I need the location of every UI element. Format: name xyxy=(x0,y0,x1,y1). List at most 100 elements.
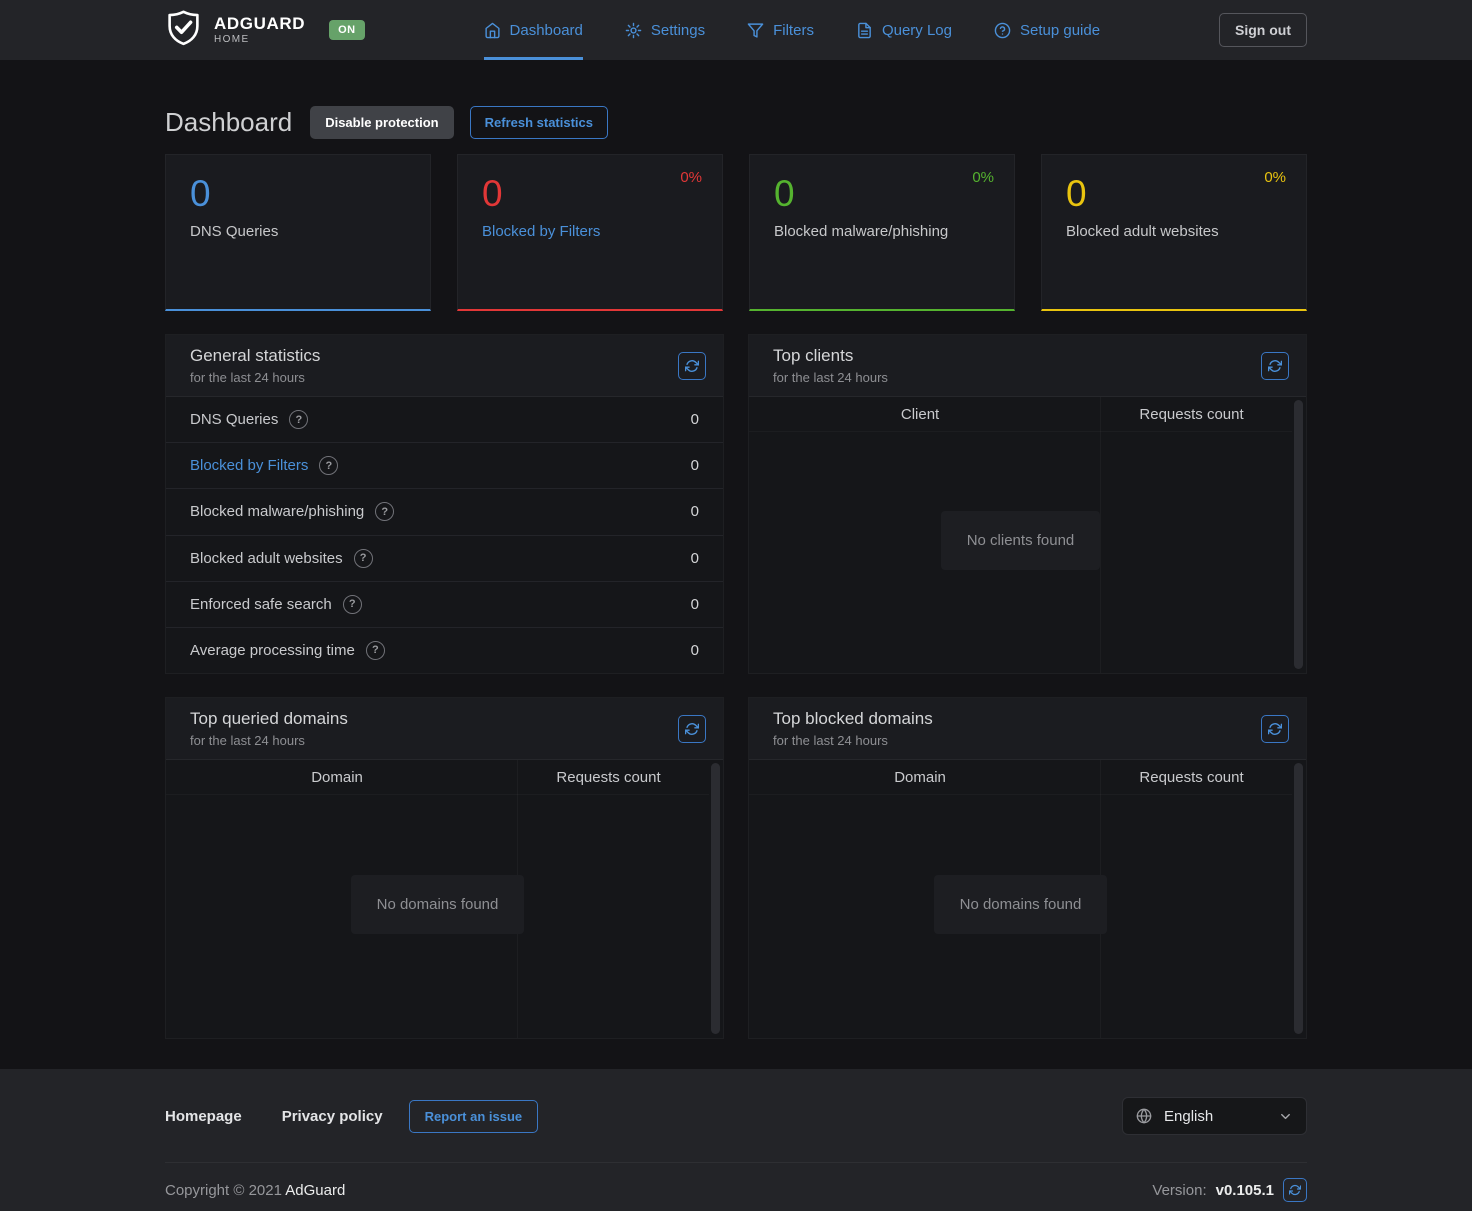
stat-row-blocked-malware: Blocked malware/phishing? 0 xyxy=(166,488,723,534)
nav-setup-guide[interactable]: Setup guide xyxy=(994,0,1100,60)
card-label-link[interactable]: Blocked by Filters xyxy=(482,223,600,240)
stat-value: 0 xyxy=(691,642,699,659)
card-percent: 0% xyxy=(680,169,702,186)
refresh-icon[interactable] xyxy=(1261,715,1289,743)
stat-label: Blocked malware/phishing xyxy=(190,503,364,520)
globe-icon xyxy=(1136,1108,1152,1124)
column-header-domain: Domain xyxy=(749,769,1091,786)
table-header: Domain Requests count xyxy=(749,760,1292,795)
panel-title: Top clients xyxy=(773,346,888,366)
stat-cards: 0 DNS Queries 0% 0 Blocked by Filters 0%… xyxy=(165,154,1307,311)
blocked-domains-table: Domain Requests count No domains found xyxy=(749,760,1306,1038)
help-icon[interactable]: ? xyxy=(366,641,385,660)
refresh-icon[interactable] xyxy=(678,715,706,743)
nav-filters[interactable]: Filters xyxy=(747,0,814,60)
sign-out-button[interactable]: Sign out xyxy=(1219,13,1307,47)
privacy-policy-link[interactable]: Privacy policy xyxy=(282,1108,383,1125)
disable-protection-button[interactable]: Disable protection xyxy=(310,106,453,139)
empty-state: No domains found xyxy=(934,875,1108,934)
table-body: No domains found xyxy=(749,795,1292,1038)
page-head: Dashboard Disable protection Refresh sta… xyxy=(165,60,1307,154)
adguard-link[interactable]: AdGuard xyxy=(285,1182,345,1199)
table-header: Client Requests count xyxy=(749,397,1292,432)
check-update-icon[interactable] xyxy=(1283,1178,1307,1202)
column-header-requests: Requests count xyxy=(1091,406,1292,423)
stat-label-link[interactable]: Blocked by Filters xyxy=(190,457,308,474)
table-header: Domain Requests count xyxy=(166,760,709,795)
panel-subtitle: for the last 24 hours xyxy=(190,733,348,748)
card-blocked-adult: 0% 0 Blocked adult websites xyxy=(1041,154,1307,311)
panel-header: Top queried domains for the last 24 hour… xyxy=(166,698,723,760)
chevron-down-icon xyxy=(1278,1109,1293,1124)
stat-row-dns-queries: DNS Queries? 0 xyxy=(166,397,723,442)
help-icon[interactable]: ? xyxy=(289,410,308,429)
scrollbar xyxy=(711,763,720,1034)
document-icon xyxy=(856,22,873,39)
main-nav: Dashboard Settings Filters xyxy=(484,0,1101,60)
stat-label: Enforced safe search xyxy=(190,596,332,613)
language-select[interactable]: English xyxy=(1122,1097,1307,1135)
card-value: 0 xyxy=(190,173,406,216)
nav-settings[interactable]: Settings xyxy=(625,0,705,60)
help-icon[interactable]: ? xyxy=(343,595,362,614)
card-dns-queries: 0 DNS Queries xyxy=(165,154,431,311)
top-blocked-domains-panel: Top blocked domains for the last 24 hour… xyxy=(748,697,1307,1039)
panel-subtitle: for the last 24 hours xyxy=(190,370,320,385)
scrollbar xyxy=(1294,763,1303,1034)
nav-label: Filters xyxy=(773,22,814,39)
report-issue-button[interactable]: Report an issue xyxy=(409,1100,539,1133)
version-label: Version: xyxy=(1152,1182,1206,1199)
footer-links-row: Homepage Privacy policy Report an issue … xyxy=(165,1069,1307,1135)
homepage-link[interactable]: Homepage xyxy=(165,1108,242,1125)
top-clients-panel: Top clients for the last 24 hours Client… xyxy=(748,334,1307,674)
refresh-statistics-button[interactable]: Refresh statistics xyxy=(470,106,608,139)
panel-title: Top queried domains xyxy=(190,709,348,729)
help-circle-icon xyxy=(994,22,1011,39)
card-value: 0 xyxy=(482,173,698,216)
version-value: v0.105.1 xyxy=(1216,1182,1274,1199)
stat-value: 0 xyxy=(691,596,699,613)
nav-query-log[interactable]: Query Log xyxy=(856,0,952,60)
help-icon[interactable]: ? xyxy=(354,549,373,568)
refresh-icon[interactable] xyxy=(678,352,706,380)
shield-check-icon xyxy=(165,9,202,51)
stat-row-safe-search: Enforced safe search? 0 xyxy=(166,581,723,627)
language-value: English xyxy=(1164,1108,1213,1125)
page-title: Dashboard xyxy=(165,107,292,138)
footer-bottom-row: Copyright © 2021 AdGuard Version: v0.105… xyxy=(165,1163,1307,1202)
nav-label: Settings xyxy=(651,22,705,39)
empty-state: No clients found xyxy=(941,511,1101,570)
panel-subtitle: for the last 24 hours xyxy=(773,370,888,385)
stat-row-avg-processing-time: Average processing time? 0 xyxy=(166,627,723,673)
column-header-client: Client xyxy=(749,406,1091,423)
panel-header: Top clients for the last 24 hours xyxy=(749,335,1306,397)
stats-list: DNS Queries? 0 Blocked by Filters? 0 Blo… xyxy=(166,397,723,673)
nav-label: Setup guide xyxy=(1020,22,1100,39)
scrollbar-thumb[interactable] xyxy=(711,763,720,1034)
refresh-icon[interactable] xyxy=(1261,352,1289,380)
card-blocked-by-filters: 0% 0 Blocked by Filters xyxy=(457,154,723,311)
panel-subtitle: for the last 24 hours xyxy=(773,733,933,748)
stat-value: 0 xyxy=(691,457,699,474)
stat-value: 0 xyxy=(691,503,699,520)
panel-header: General statistics for the last 24 hours xyxy=(166,335,723,397)
home-icon xyxy=(484,22,501,39)
nav-dashboard[interactable]: Dashboard xyxy=(484,0,583,60)
scrollbar-thumb[interactable] xyxy=(1294,400,1303,669)
card-value: 0 xyxy=(1066,173,1282,216)
column-header-requests: Requests count xyxy=(508,769,709,786)
general-statistics-panel: General statistics for the last 24 hours… xyxy=(165,334,724,674)
help-icon[interactable]: ? xyxy=(375,502,394,521)
stat-value: 0 xyxy=(691,411,699,428)
card-label: Blocked adult websites xyxy=(1066,223,1219,240)
stat-value: 0 xyxy=(691,550,699,567)
card-blocked-malware: 0% 0 Blocked malware/phishing xyxy=(749,154,1015,311)
scrollbar-thumb[interactable] xyxy=(1294,763,1303,1034)
adguard-home-logo[interactable]: ADGUARD HOME ON xyxy=(165,9,365,51)
gear-icon xyxy=(625,22,642,39)
column-header-domain: Domain xyxy=(166,769,508,786)
help-icon[interactable]: ? xyxy=(319,456,338,475)
card-label: Blocked malware/phishing xyxy=(774,223,948,240)
top-queried-domains-panel: Top queried domains for the last 24 hour… xyxy=(165,697,724,1039)
panel-header: Top blocked domains for the last 24 hour… xyxy=(749,698,1306,760)
